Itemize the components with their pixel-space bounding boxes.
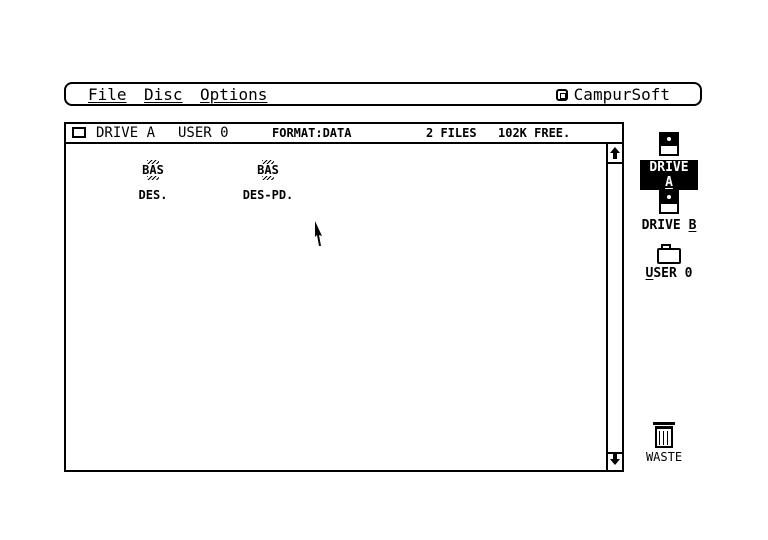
file-name: DES.	[138, 188, 168, 202]
up-arrow-icon[interactable]	[608, 146, 622, 162]
drive-a-label-prefix: DRIVE	[649, 160, 689, 175]
file-icon-des[interactable]: BAS DES.	[136, 160, 170, 202]
mouse-pointer-icon	[314, 220, 324, 252]
trash-icon	[653, 422, 675, 448]
window-free-space: 102K FREE.	[498, 126, 571, 140]
menu-options-label: ptions	[209, 85, 268, 104]
scroll-track[interactable]	[608, 162, 622, 454]
brand-logo-icon	[555, 89, 568, 101]
drive-a-label-key: A	[665, 175, 673, 190]
file-type: BAS	[142, 163, 164, 177]
vertical-scrollbar[interactable]	[606, 144, 622, 470]
menu-options[interactable]: Options	[200, 86, 267, 104]
drive-a-label: DRIVE A	[640, 160, 698, 190]
menu-disc[interactable]: Disc	[144, 86, 183, 104]
window-file-count: 2 FILES	[426, 126, 477, 140]
file-name: DES-PD.	[242, 188, 294, 202]
waste-label: WASTE	[645, 450, 683, 464]
menu-file-hotkey: F	[88, 85, 98, 104]
window-user-label: USER 0	[178, 125, 229, 141]
window-drive-label: DRIVE A	[96, 125, 156, 141]
drive-b-label-key: B	[688, 218, 697, 233]
drive-window: DRIVE A USER 0 FORMAT:DATA 2 FILES 102K …	[64, 122, 624, 472]
drive-b-label-prefix: DRIVE	[641, 218, 689, 233]
menu-disc-hotkey: D	[144, 85, 154, 104]
close-box-icon[interactable]	[72, 127, 86, 138]
window-title-bar[interactable]: DRIVE A USER 0 FORMAT:DATA 2 FILES 102K …	[66, 124, 622, 144]
user-0-label-rest: SER 0	[653, 266, 693, 281]
menu-file[interactable]: File	[88, 86, 127, 104]
user-0-icon[interactable]: USER 0	[640, 244, 698, 281]
waste-icon[interactable]: WASTE	[640, 422, 688, 465]
drive-a-icon[interactable]: DRIVE A	[640, 132, 698, 190]
menu-options-hotkey: O	[200, 85, 210, 104]
file-icon-des-pd[interactable]: BAS DES-PD.	[238, 160, 298, 202]
disk-icon	[659, 190, 679, 214]
brand[interactable]: CampurSoft	[555, 85, 670, 104]
drive-b-icon[interactable]: DRIVE B	[640, 190, 698, 233]
down-arrow-icon[interactable]	[608, 452, 622, 468]
disk-icon	[659, 132, 679, 156]
menu-bar: File Disc Options CampurSoft	[64, 82, 702, 106]
user-0-label: USER 0	[646, 266, 693, 281]
drive-b-label: DRIVE B	[642, 218, 697, 233]
window-format-label: FORMAT:DATA	[272, 126, 352, 140]
folder-icon	[657, 244, 681, 264]
file-type: BAS	[257, 163, 279, 177]
brand-name: CampurSoft	[573, 85, 670, 104]
menu-disc-label: isc	[153, 85, 183, 104]
menu-file-label: ile	[97, 85, 127, 104]
